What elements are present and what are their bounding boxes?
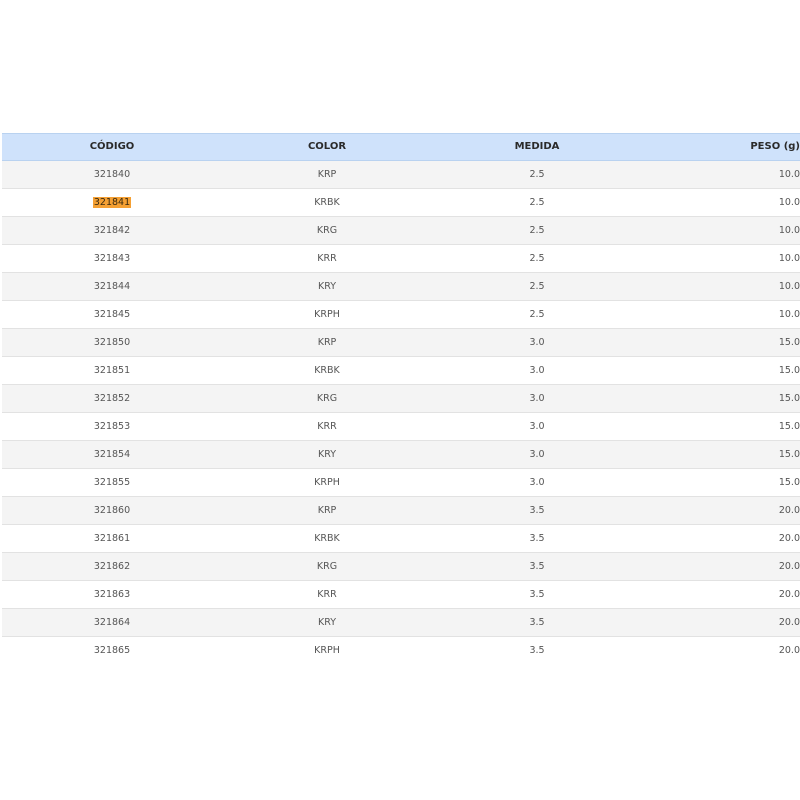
cell-color: KRBK [222, 524, 432, 553]
header-color: COLOR [222, 133, 432, 161]
cell-color: KRG [222, 384, 432, 413]
cell-size: 3.0 [432, 384, 642, 413]
cell-weight: 15.0 [642, 356, 800, 385]
cell-weight: 15.0 [642, 328, 800, 357]
cell-code: 321840 [2, 160, 222, 189]
table-row: 321861 KRBK 3.5 20.0 [2, 524, 800, 553]
cell-size: 3.5 [432, 552, 642, 581]
table-row: 321865 KRPH 3.5 20.0 [2, 636, 800, 664]
table-row: 321842 KRG 2.5 10.0 [2, 216, 800, 245]
header-row: CÓDIGO COLOR MEDIDA PESO (g) [2, 133, 800, 161]
table-row: 321851 KRBK 3.0 15.0 [2, 356, 800, 385]
cell-weight: 10.0 [642, 300, 800, 329]
cell-size: 3.0 [432, 356, 642, 385]
cell-size: 3.0 [432, 328, 642, 357]
header-weight: PESO (g) [642, 133, 800, 161]
product-table: CÓDIGO COLOR MEDIDA PESO (g) 321840 KRP 2.… [2, 133, 800, 664]
cell-size: 3.5 [432, 580, 642, 609]
cell-code: 321852 [2, 384, 222, 413]
cell-color: KRY [222, 608, 432, 637]
table-row: 321863 KRR 3.5 20.0 [2, 580, 800, 609]
cell-size: 3.0 [432, 468, 642, 497]
cell-weight: 20.0 [642, 496, 800, 525]
cell-color: KRPH [222, 300, 432, 329]
cell-weight: 20.0 [642, 552, 800, 581]
cell-weight: 20.0 [642, 580, 800, 609]
cell-code: 321843 [2, 244, 222, 273]
cell-size: 2.5 [432, 188, 642, 217]
table-body: 321840 KRP 2.5 10.0 321841 KRBK 2.5 10.0 321842 K… [2, 160, 800, 664]
cell-weight: 10.0 [642, 216, 800, 245]
cell-size: 3.0 [432, 440, 642, 469]
cell-color: KRBK [222, 188, 432, 217]
cell-size: 2.5 [432, 300, 642, 329]
cell-code: 321844 [2, 272, 222, 301]
table-header: CÓDIGO COLOR MEDIDA PESO (g) [2, 133, 800, 161]
cell-size: 3.0 [432, 412, 642, 441]
table-row: 321854 KRY 3.0 15.0 [2, 440, 800, 469]
cell-color: KRR [222, 412, 432, 441]
cell-weight: 20.0 [642, 524, 800, 553]
cell-code: 321855 [2, 468, 222, 497]
cell-color: KRG [222, 552, 432, 581]
cell-code: 321842 [2, 216, 222, 245]
cell-weight: 20.0 [642, 608, 800, 637]
cell-size: 3.5 [432, 524, 642, 553]
cell-weight: 10.0 [642, 160, 800, 189]
cell-code: 321864 [2, 608, 222, 637]
table-row: 321841 KRBK 2.5 10.0 [2, 188, 800, 217]
cell-size: 2.5 [432, 272, 642, 301]
cell-weight: 10.0 [642, 244, 800, 273]
cell-code: 321862 [2, 552, 222, 581]
table-row: 321843 KRR 2.5 10.0 [2, 244, 800, 273]
table-row: 321852 KRG 3.0 15.0 [2, 384, 800, 413]
cell-color: KRPH [314, 645, 340, 656]
cell-code: 321854 [2, 440, 222, 469]
cell-color: KRR [222, 580, 432, 609]
cell-weight: 15.0 [642, 468, 800, 497]
header-code: CÓDIGO [2, 133, 222, 161]
cell-weight: 15.0 [642, 384, 800, 413]
table-row: 321853 KRR 3.0 15.0 [2, 412, 800, 441]
cell-size: 3.5 [432, 608, 642, 637]
cell-weight: 10.0 [642, 188, 800, 217]
cell-code: 321863 [2, 580, 222, 609]
cell-size: 2.5 [432, 160, 642, 189]
cell-code: 321850 [2, 328, 222, 357]
cell-code: 321851 [2, 356, 222, 385]
cell-weight: 20.0 [778, 645, 800, 656]
cell-color: KRP [222, 160, 432, 189]
table-row: 321855 KRPH 3.0 15.0 [2, 468, 800, 497]
cell-weight: 10.0 [642, 272, 800, 301]
table-row: 321845 KRPH 2.5 10.0 [2, 300, 800, 329]
table-row: 321860 KRP 3.5 20.0 [2, 496, 800, 525]
cell-color: KRBK [222, 356, 432, 385]
cell-color: KRY [222, 440, 432, 469]
table-row: 321864 KRY 3.5 20.0 [2, 608, 800, 637]
cell-weight: 15.0 [642, 412, 800, 441]
cell-code: 321861 [2, 524, 222, 553]
table-row: 321850 KRP 3.0 15.0 [2, 328, 800, 357]
cell-size: 2.5 [432, 216, 642, 245]
cell-code: 321841 [2, 188, 222, 217]
highlighted-code: 321841 [92, 197, 132, 208]
cell-color: KRP [222, 328, 432, 357]
cell-code: 321845 [2, 300, 222, 329]
cell-color: KRR [222, 244, 432, 273]
cell-size: 3.5 [529, 645, 545, 656]
cell-size: 2.5 [432, 244, 642, 273]
cell-code: 321853 [2, 412, 222, 441]
cell-size: 3.5 [432, 496, 642, 525]
header-size: MEDIDA [432, 133, 642, 161]
table-row: 321840 KRP 2.5 10.0 [2, 160, 800, 189]
cell-color: KRG [222, 216, 432, 245]
cell-weight: 15.0 [642, 440, 800, 469]
cell-color: KRY [222, 272, 432, 301]
table-row: 321844 KRY 2.5 10.0 [2, 272, 800, 301]
cell-color: KRPH [222, 468, 432, 497]
cell-code: 321865 [93, 645, 131, 656]
cell-color: KRP [222, 496, 432, 525]
cell-code: 321860 [2, 496, 222, 525]
table-row: 321862 KRG 3.5 20.0 [2, 552, 800, 581]
